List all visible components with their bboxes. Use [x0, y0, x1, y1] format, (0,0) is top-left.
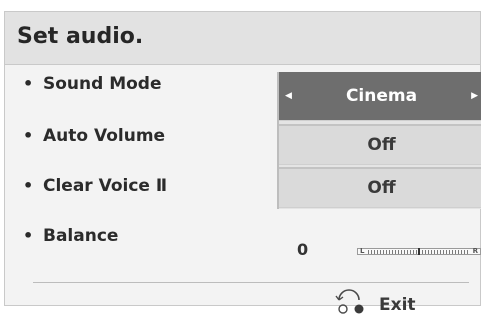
auto-volume-value-box[interactable]: Off	[279, 124, 481, 165]
menu-item-label: Clear Voice Ⅱ	[43, 176, 168, 196]
balance-right-label: R	[472, 247, 478, 255]
bullet-icon: •	[23, 176, 34, 195]
arrow-left-icon[interactable]: ◀	[285, 72, 292, 121]
bullet-icon: •	[23, 126, 34, 145]
sound-mode-selector[interactable]: ◀ Cinema ▶	[279, 72, 481, 121]
auto-volume-value: Off	[367, 135, 396, 155]
balance-slider[interactable]: L R	[357, 247, 481, 255]
exit-label: Exit	[379, 295, 416, 315]
title-bar: Set audio.	[5, 12, 480, 65]
menu-item-label: Auto Volume	[43, 126, 166, 146]
footer-divider	[33, 282, 469, 283]
sound-mode-value: Cinema	[345, 86, 418, 106]
clear-voice-value: Off	[367, 178, 396, 198]
menu-item-auto-volume[interactable]: • Auto Volume	[23, 126, 165, 146]
menu-item-balance[interactable]: • Balance	[23, 226, 118, 246]
menu-item-label: Sound Mode	[43, 74, 162, 94]
balance-left-label: L	[360, 247, 365, 255]
arrow-right-icon[interactable]: ▶	[471, 72, 478, 121]
return-icon	[335, 289, 364, 314]
balance-slider-handle[interactable]	[418, 248, 420, 255]
bullet-icon: •	[23, 226, 34, 245]
audio-settings-panel: Set audio. • Sound Mode • Auto Volume • Cle…	[4, 11, 481, 315]
balance-value: 0	[297, 240, 309, 259]
menu-item-label: Balance	[43, 226, 119, 246]
menu-item-sound-mode[interactable]: • Sound Mode	[23, 74, 162, 94]
page-title: Set audio.	[17, 24, 144, 49]
menu-item-clear-voice[interactable]: • Clear Voice Ⅱ	[23, 176, 167, 196]
value-column: ◀ Cinema ▶ Off Off	[277, 72, 481, 209]
clear-voice-value-box[interactable]: Off	[279, 167, 481, 208]
bullet-icon: •	[23, 74, 34, 93]
